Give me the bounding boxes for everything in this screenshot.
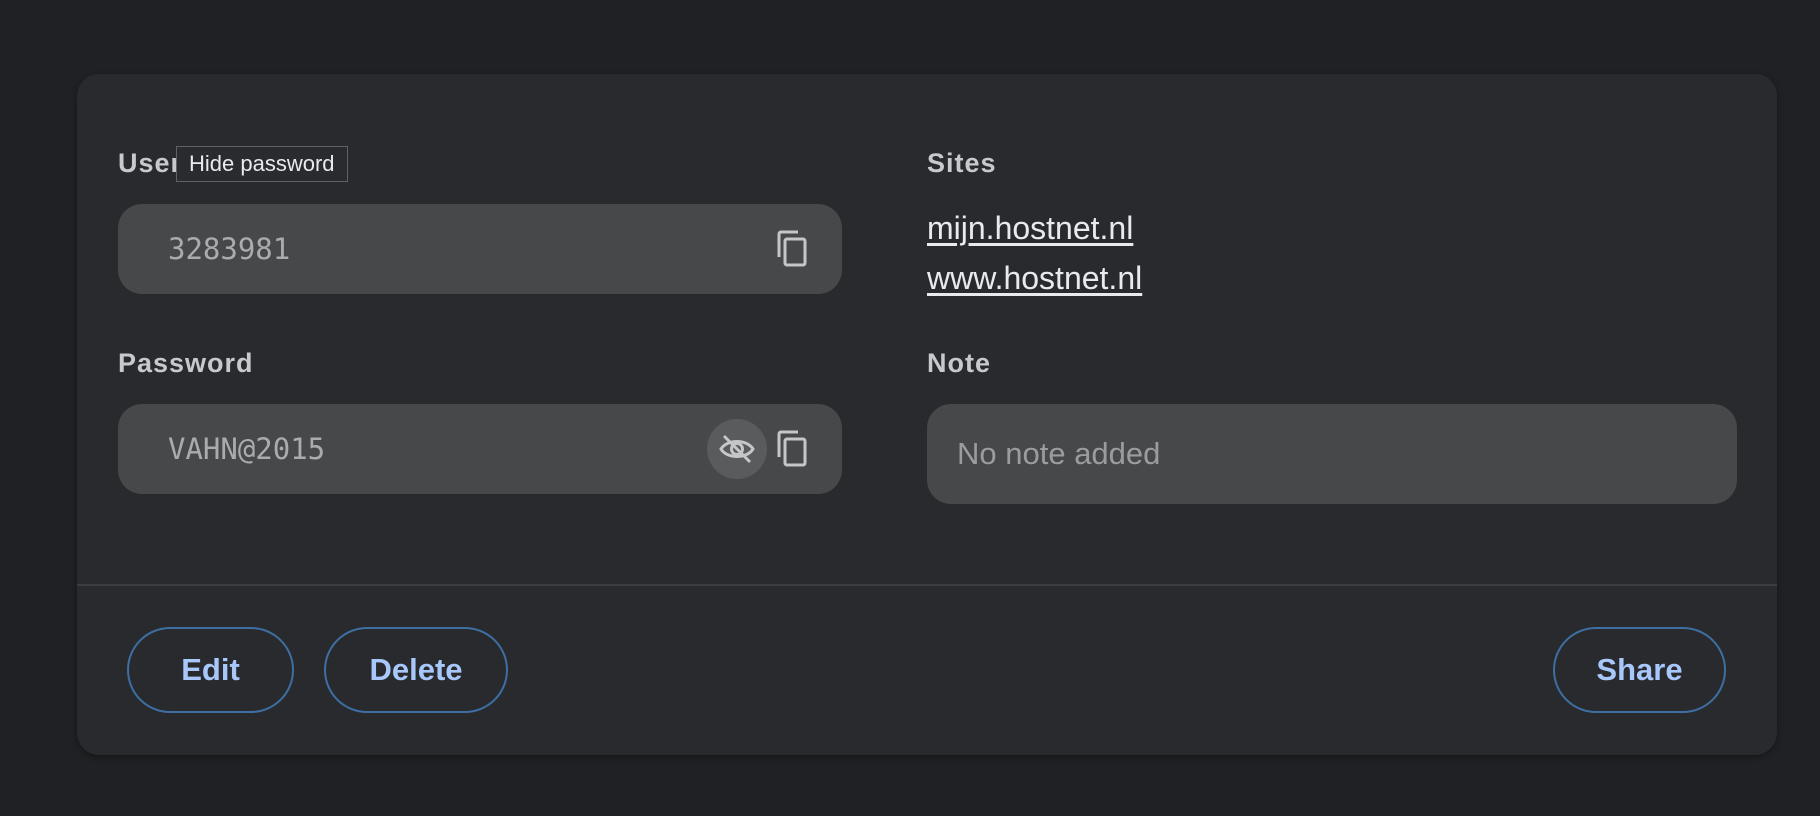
copy-icon [777,230,807,267]
eye-off-icon [719,434,755,464]
site-link[interactable]: mijn.hostnet.nl [927,210,1133,247]
password-label: Password [118,348,254,378]
copy-password-button[interactable] [762,419,822,479]
sites-label: Sites [927,148,997,178]
note-value: No note added [957,436,1161,471]
delete-button[interactable]: Delete [324,627,508,713]
password-value: VAHN@2015 [168,432,326,466]
copy-icon [777,430,807,467]
divider [77,584,1777,586]
password-field: VAHN@2015 [118,404,842,494]
hide-password-tooltip: Hide password [176,146,348,182]
edit-button[interactable]: Edit [127,627,294,713]
username-value: 3283981 [168,232,291,266]
note-label: Note [927,348,991,378]
hide-password-button[interactable] [707,419,767,479]
note-field[interactable]: No note added [927,404,1737,504]
share-button[interactable]: Share [1553,627,1726,713]
site-link[interactable]: www.hostnet.nl [927,260,1142,297]
username-field: 3283981 [118,204,842,294]
copy-username-button[interactable] [762,219,822,279]
